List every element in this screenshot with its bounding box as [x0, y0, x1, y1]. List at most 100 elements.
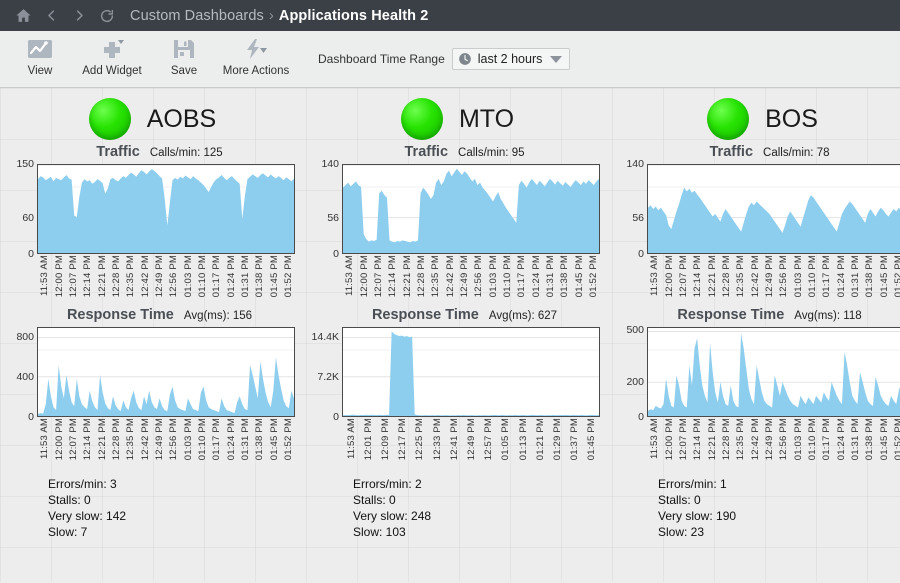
x-tick-label: 01:31 PM — [239, 418, 251, 461]
x-tick-label: 12:35 PM — [735, 255, 747, 298]
x-tick-label: 01:45 PM — [878, 418, 890, 461]
stat-line-0: Errors/min: 3 — [48, 477, 117, 491]
x-tick-label: 12:56 PM — [168, 255, 180, 298]
x-tick-label: 01:24 PM — [225, 255, 237, 298]
x-tick-label: 01:52 PM — [282, 255, 294, 298]
y-tick-label: 140 — [626, 158, 644, 170]
stat-line-3: Slow: 7 — [48, 525, 88, 539]
x-tick-label: 01:05 PM — [500, 418, 512, 461]
view-button[interactable]: View — [4, 31, 76, 77]
forward-icon[interactable] — [66, 3, 92, 29]
x-tick-label: 12:07 PM — [677, 418, 689, 461]
x-tick-label: 12:14 PM — [387, 255, 399, 298]
save-label: Save — [170, 65, 198, 77]
y-tick-label: 0 — [28, 411, 34, 423]
x-tick-label: 12:07 PM — [372, 255, 384, 298]
x-tick-label: 01:31 PM — [544, 255, 556, 298]
y-tick-label: 56 — [327, 212, 339, 224]
dashboard-time-range: Dashboard Time Range last 2 hours — [318, 48, 571, 70]
x-tick-label: 11:53 AM — [39, 255, 51, 297]
more-actions-button[interactable]: More Actions — [220, 31, 292, 77]
breadcrumb-current: Applications Health 2 — [278, 7, 429, 24]
x-tick-label: 12:09 PM — [380, 418, 391, 461]
response-chart-title: Response Time — [66, 307, 174, 323]
x-tick-label: 12:21 PM — [706, 255, 718, 298]
x-tick-label: 01:37 PM — [569, 418, 581, 461]
app-name: BOS — [765, 104, 818, 133]
response-chart-title: Response Time — [371, 307, 479, 323]
y-tick-label: 0 — [333, 411, 339, 423]
refresh-icon[interactable] — [94, 3, 120, 29]
panel-stats: Errors/min: 2 Stalls: 0 Very slow: 248 Slow… — [353, 476, 610, 540]
x-tick-label: 12:21 PM — [401, 255, 413, 298]
breadcrumb-separator-icon: › — [268, 7, 274, 24]
x-tick-label: 01:31 PM — [849, 255, 861, 298]
add-widget-button[interactable]: Add Widget — [76, 31, 148, 77]
plus-icon — [99, 35, 125, 63]
traffic-x-axis: 11:53 AM 12:00 PM 12:07 PM 12:14 PM 12:21 PM… — [647, 255, 900, 307]
response-chart-plot[interactable]: 0 200 500 — [620, 324, 900, 423]
app-name: MTO — [458, 104, 515, 133]
y-tick-label: 7.2K — [317, 371, 339, 383]
response-x-axis: 11:53 AM 12:00 PM 12:07 PM 12:14 PM 12:21 PM… — [647, 418, 900, 470]
x-tick-label: 01:45 PM — [586, 418, 598, 461]
x-tick-label: 12:00 PM — [358, 255, 370, 298]
back-icon[interactable] — [38, 3, 64, 29]
x-tick-label: 01:24 PM — [835, 418, 847, 461]
x-tick-label: 12:42 PM — [444, 255, 456, 298]
response-chart-plot[interactable]: 0 7.2K 14.4K — [312, 327, 600, 423]
response-avg-ms: Avg(ms): 118 — [794, 310, 862, 322]
x-tick-label: 12:49 PM — [763, 418, 775, 461]
x-tick-label: 01:13 PM — [517, 418, 529, 461]
y-tick-label: 56 — [632, 212, 644, 224]
traffic-chart-plot[interactable]: 0 56 140 — [315, 158, 600, 260]
response-y-axis: 0 200 500 — [620, 324, 646, 423]
stat-line-1: Stalls: 0 — [353, 493, 396, 507]
traffic-calls-per-min: Calls/min: 78 — [763, 147, 830, 159]
x-tick-label: 01:24 PM — [835, 255, 847, 298]
x-tick-label: 12:41 PM — [448, 418, 460, 461]
x-tick-label: 12:00 PM — [53, 255, 65, 298]
time-range-label: Dashboard Time Range — [318, 52, 445, 66]
app-header: AOBS — [0, 88, 305, 144]
traffic-chart-plot[interactable]: 0 56 140 — [620, 158, 900, 260]
x-tick-label: 12:00 PM — [663, 255, 675, 298]
traffic-y-axis: 0 60 150 — [10, 158, 36, 260]
x-tick-label: 01:31 PM — [849, 418, 861, 461]
time-range-select[interactable]: last 2 hours — [451, 48, 571, 70]
y-tick-label: 500 — [626, 324, 644, 337]
y-tick-label: 0 — [638, 248, 644, 260]
x-tick-label: 01:24 PM — [530, 255, 542, 298]
stat-line-1: Stalls: 0 — [48, 493, 91, 507]
response-y-axis: 0 400 800 — [10, 327, 36, 423]
traffic-chart-plot[interactable]: 0 60 150 — [10, 158, 295, 260]
x-tick-label: 01:03 PM — [792, 255, 804, 298]
breadcrumb-parent[interactable]: Custom Dashboards — [130, 8, 264, 24]
y-tick-label: 150 — [16, 158, 34, 170]
traffic-chart-title: Traffic — [709, 144, 754, 160]
x-tick-label: 01:03 PM — [792, 418, 804, 461]
x-tick-label: 01:52 PM — [892, 418, 900, 461]
traffic-chart-header: Traffic Calls/min: 95 — [305, 144, 610, 160]
save-button[interactable]: Save — [148, 31, 220, 77]
view-label: View — [27, 65, 53, 77]
time-range-value: last 2 hours — [477, 52, 543, 66]
x-tick-label: 12:17 PM — [397, 418, 409, 461]
status-light-green — [707, 98, 750, 140]
x-tick-label: 01:52 PM — [892, 255, 900, 298]
x-tick-label: 01:17 PM — [516, 255, 528, 298]
x-tick-label: 12:49 PM — [153, 255, 165, 298]
breadcrumb: Custom Dashboards › Applications Health … — [130, 7, 428, 24]
x-tick-label: 12:56 PM — [778, 418, 790, 461]
response-chart-plot[interactable]: 0 400 800 — [10, 327, 295, 423]
x-tick-label: 12:14 PM — [82, 418, 94, 461]
x-tick-label: 12:28 PM — [720, 418, 732, 461]
traffic-chart-title: Traffic — [96, 144, 140, 160]
x-tick-label: 01:10 PM — [196, 418, 208, 461]
home-icon[interactable] — [10, 3, 36, 29]
status-light-green — [88, 98, 131, 140]
x-tick-label: 12:35 PM — [125, 418, 137, 461]
response-x-axis: 11:53 AM 12:01 PM 12:09 PM 12:17 PM 12:25 PM… — [342, 418, 600, 470]
response-y-axis: 0 7.2K 14.4K — [312, 327, 341, 423]
x-tick-label: 12:21 PM — [96, 255, 108, 298]
